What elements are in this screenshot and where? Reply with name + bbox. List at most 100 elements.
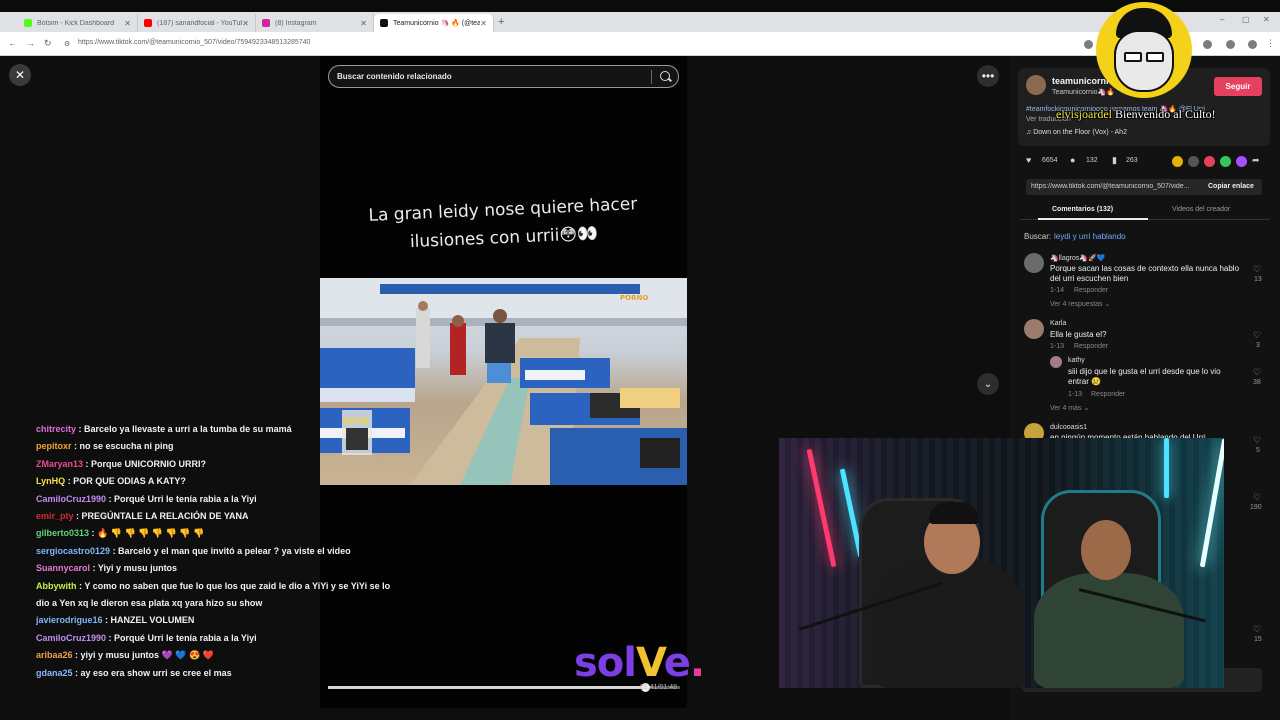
chat-message: Abbywith : Y como no saben que fue lo qu… xyxy=(36,578,406,613)
chat-username[interactable]: aribaa26 xyxy=(36,650,73,660)
download-icon[interactable] xyxy=(1226,40,1235,49)
search-icon[interactable] xyxy=(660,71,670,81)
commenter-avatar[interactable] xyxy=(1024,319,1044,339)
comment-search-link[interactable]: leydi y urri hablando xyxy=(1054,232,1126,241)
chat-username[interactable]: ZMaryan13 xyxy=(36,459,83,469)
comment-date: 1-14 xyxy=(1050,287,1065,294)
comment-like-heart-icon[interactable]: ♡ xyxy=(1253,435,1261,446)
follow-button[interactable]: Seguir xyxy=(1214,77,1262,96)
chat-message: aribaa26 : yiyi y musu juntos 💜 💙 😍 ❤️ xyxy=(36,647,406,664)
comment-like-heart-icon[interactable]: ♡ xyxy=(1253,264,1261,275)
extension-icon[interactable] xyxy=(1084,40,1093,49)
close-tab-icon[interactable]: ✕ xyxy=(360,19,367,28)
view-more-replies-button[interactable]: Ver 4 más ⌄ xyxy=(1050,404,1089,412)
video-link-text[interactable]: https://www.tiktok.com/@teamunicornio_50… xyxy=(1031,183,1199,190)
extensions-puzzle-icon[interactable] xyxy=(1203,40,1212,49)
url-field[interactable]: https://www.tiktok.com/@teamunicornio_50… xyxy=(78,39,310,46)
forward-arrow-icon[interactable]: → xyxy=(26,38,35,48)
tab-creator-videos[interactable]: Videos del creador xyxy=(1172,206,1230,213)
streamer-right-body xyxy=(1034,573,1184,688)
browser-tab-youtube[interactable]: (187) sanandfocial - YouTube ✕ xyxy=(138,14,256,32)
streamer-left-body xyxy=(874,558,1024,688)
comment-like-count: 38 xyxy=(1253,379,1261,386)
close-tab-icon[interactable]: ✕ xyxy=(480,19,487,28)
music-track[interactable]: ♫ Down on the Floor (Vox) - Ah2 xyxy=(1026,129,1127,136)
stream-chat: chitrecity : Barcelo ya llevaste a urri … xyxy=(36,421,406,682)
back-arrow-icon[interactable]: ← xyxy=(8,38,17,48)
chat-username[interactable]: pepitoxr xyxy=(36,441,72,451)
chat-username[interactable]: gdana25 xyxy=(36,668,73,678)
bookmark-icon[interactable]: ▮ xyxy=(1112,155,1117,166)
chat-username[interactable]: LynHQ xyxy=(36,476,65,486)
chat-username[interactable]: javierodrigue16 xyxy=(36,615,103,625)
chat-username[interactable]: CamiloCruz1990 xyxy=(36,633,106,643)
view-replies-button[interactable]: Ver 4 respuestas ⌄ xyxy=(1050,300,1110,308)
share-arrow-icon[interactable]: ➦ xyxy=(1252,155,1260,166)
share-code-icon[interactable] xyxy=(1188,156,1199,167)
led-light-cyan xyxy=(1164,438,1169,498)
welcome-alert: elvisjoardel Bienvenido al Culto! xyxy=(1056,107,1216,122)
minimize-button[interactable]: – xyxy=(1220,15,1224,24)
replier-avatar[interactable] xyxy=(1050,356,1062,368)
chat-text: : no se escucha ni ping xyxy=(74,441,174,452)
comment-like-heart-icon[interactable]: ♡ xyxy=(1253,367,1261,378)
maximize-button[interactable]: ▢ xyxy=(1242,15,1250,24)
svg-text:PORNO: PORNO xyxy=(620,294,648,302)
creator-avatar[interactable] xyxy=(1026,75,1046,95)
comment-like-count: 190 xyxy=(1250,504,1262,511)
reply-button[interactable]: Responder xyxy=(1074,287,1108,294)
browser-tab-tiktok[interactable]: Teamunicornio 🦄 🔥 (@tea ✕ xyxy=(374,14,494,32)
comment-like-heart-icon[interactable]: ♡ xyxy=(1253,624,1261,635)
reply-button[interactable]: Responder xyxy=(1091,391,1125,398)
comment-like-count: 3 xyxy=(1256,342,1260,349)
share-messenger-icon[interactable] xyxy=(1236,156,1247,167)
chat-username[interactable]: emir_pty xyxy=(36,511,74,521)
chat-text: : Barcelo ya llevaste a urri a la tumba … xyxy=(78,424,292,434)
chat-username[interactable]: gilberto0313 xyxy=(36,528,89,538)
share-embed-icon[interactable] xyxy=(1172,156,1183,167)
profile-avatar-icon[interactable] xyxy=(1248,40,1257,49)
related-search-bar[interactable]: Buscar contenido relacionado xyxy=(328,65,679,88)
comment-like-heart-icon[interactable]: ♡ xyxy=(1253,330,1261,341)
mascot-glasses-left xyxy=(1124,52,1142,62)
related-search-input[interactable]: Buscar contenido relacionado xyxy=(337,72,452,81)
comment-bubble-icon[interactable]: ● xyxy=(1070,155,1075,165)
chat-text: : Yiyi y musu juntos xyxy=(92,563,178,574)
chat-username[interactable]: chitrecity xyxy=(36,424,76,434)
comment-user[interactable]: Karla xyxy=(1050,320,1066,327)
new-tab-button[interactable]: + xyxy=(498,16,504,28)
reload-icon[interactable]: ↻ xyxy=(44,38,52,49)
share-pinterest-icon[interactable] xyxy=(1204,156,1215,167)
comment-user[interactable]: dulcooasis1 xyxy=(1050,424,1087,431)
site-info-icon[interactable]: ⚙ xyxy=(64,40,70,48)
close-viewer-button[interactable]: ✕ xyxy=(9,64,31,86)
share-whatsapp-icon[interactable] xyxy=(1220,156,1231,167)
chat-text: : Barceló y el man que invitó a pelear ?… xyxy=(112,545,351,556)
browser-tab-kick[interactable]: Botsim - Kick Dashboard ✕ xyxy=(18,14,138,32)
more-options-button[interactable]: ••• xyxy=(977,65,999,87)
chat-username[interactable]: CamiloCruz1990 xyxy=(36,494,106,504)
video-progress-bar[interactable] xyxy=(328,683,680,692)
browser-menu-icon[interactable]: ⋮ xyxy=(1266,38,1275,49)
commenter-avatar[interactable] xyxy=(1024,253,1044,273)
close-tab-icon[interactable]: ✕ xyxy=(242,19,249,28)
like-heart-icon[interactable]: ♥ xyxy=(1026,155,1031,165)
reply-user[interactable]: kathy xyxy=(1068,357,1085,364)
browser-tab-instagram[interactable]: (8) Instagram ✕ xyxy=(256,14,374,32)
tab-comments[interactable]: Comentarios (132) xyxy=(1052,206,1113,213)
chat-username[interactable]: Abbywith xyxy=(36,581,77,591)
comment-user[interactable]: 🦄llagros🦄🚀💙 xyxy=(1050,254,1105,262)
close-tab-icon[interactable]: ✕ xyxy=(124,19,131,28)
chat-username[interactable]: sergiocastro0129 xyxy=(36,546,110,556)
reply-button[interactable]: Responder xyxy=(1074,343,1108,350)
like-count: 6654 xyxy=(1042,157,1058,164)
copy-link-button[interactable]: Copiar enlace xyxy=(1208,183,1254,190)
chat-username[interactable]: Suannycarol xyxy=(36,563,90,573)
close-window-button[interactable]: ✕ xyxy=(1263,15,1270,24)
chat-text: : Porqué Urri le tenía rabia a la Yiyi xyxy=(108,632,257,643)
browser-tab-bar: Botsim - Kick Dashboard ✕ (187) sanandfo… xyxy=(0,12,1280,32)
comment-like-heart-icon[interactable]: ♡ xyxy=(1253,492,1261,503)
next-video-button[interactable]: ⌄ xyxy=(977,373,999,395)
chat-text: : Y como no saben que fue lo que los que… xyxy=(36,580,391,609)
chat-message: ZMaryan13 : Porque UNICORNIO URRI? xyxy=(36,456,406,473)
